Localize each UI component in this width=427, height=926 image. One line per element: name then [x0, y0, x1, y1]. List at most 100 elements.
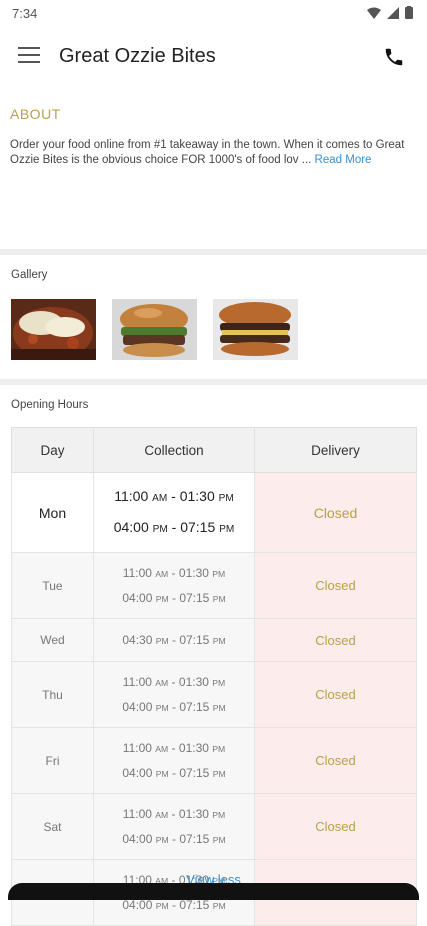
table-row: Thu 11:00 AM - 01:30 PM 04:00 PM - 07:15 P… — [11, 661, 417, 728]
time-separator: - — [168, 699, 180, 714]
time-slot: 04:30 PM - 07:15 PM — [95, 628, 253, 653]
time-value: 11:00 — [122, 565, 152, 580]
time-period: AM — [155, 677, 169, 688]
time-value: 11:00 — [114, 487, 149, 504]
time-slot: 04:00 PM - 07:15 PM — [95, 513, 253, 544]
time-period: PM — [212, 834, 226, 845]
time-period: PM — [212, 768, 226, 779]
time-period: PM — [155, 834, 169, 845]
delivery-cell: Closed — [254, 552, 417, 619]
time-separator: - — [167, 487, 180, 504]
time-value: 07:15 — [179, 632, 210, 647]
column-header-delivery: Delivery — [254, 427, 417, 473]
time-separator: - — [168, 674, 179, 689]
day-cell: Mon — [11, 472, 94, 553]
app-bar: Great Ozzie Bites — [0, 28, 427, 86]
time-period: PM — [218, 492, 234, 504]
time-period: AM — [155, 809, 169, 820]
battery-icon — [405, 6, 413, 19]
time-value: 01:30 — [179, 487, 215, 504]
status-time: 7:34 — [12, 6, 38, 21]
gallery-image-burger[interactable] — [112, 299, 197, 360]
time-slot: 11:00 AM - 01:30 PM — [95, 802, 253, 827]
column-header-day: Day — [11, 427, 94, 473]
time-separator: - — [168, 806, 179, 821]
wifi-icon — [367, 7, 381, 19]
time-value: 07:15 — [179, 590, 210, 605]
collection-cell: 11:00 AM - 01:30 PM 04:00 PM - 07:15 PM — [93, 727, 255, 794]
table-row: Tue 11:00 AM - 01:30 PM 04:00 PM - 07:15 P… — [11, 552, 417, 619]
time-slot: 11:00 AM - 01:30 PM — [95, 561, 253, 586]
signal-icon — [387, 6, 399, 19]
time-slot: 11:00 AM - 01:30 PM — [95, 482, 253, 513]
time-value: 11:00 — [122, 740, 152, 755]
time-value: 04:00 — [122, 590, 153, 605]
gallery-image-double-burger[interactable] — [213, 299, 298, 360]
day-cell: Fri — [11, 727, 94, 794]
status-bar: 7:34 — [0, 0, 427, 28]
delivery-cell: Closed — [254, 472, 417, 553]
opening-hours-label: Opening Hours — [11, 399, 89, 411]
time-value: 11:00 — [122, 674, 152, 689]
delivery-cell: Closed — [254, 727, 417, 794]
phone-icon[interactable] — [383, 46, 405, 68]
time-period: AM — [152, 492, 168, 504]
read-more-link[interactable]: Read More — [315, 154, 372, 166]
collection-cell: 04:30 PM - 07:15 PM — [93, 618, 255, 662]
time-value: 01:30 — [178, 740, 209, 755]
day-cell: Sat — [11, 793, 94, 860]
time-period: AM — [155, 743, 169, 754]
day-cell: Tue — [11, 552, 94, 619]
gallery-image-loaded-fries[interactable] — [11, 299, 96, 360]
about-text: Order your food online from #1 takeaway … — [10, 138, 417, 168]
time-value: 01:30 — [178, 674, 209, 689]
system-navigation-bar — [8, 883, 419, 900]
day-cell: Thu — [11, 661, 94, 728]
collection-cell: 11:00 AM - 01:30 PM 04:00 PM - 07:15 PM — [93, 552, 255, 619]
time-separator: - — [168, 740, 179, 755]
time-separator: - — [168, 831, 180, 846]
time-value: 07:15 — [179, 831, 210, 846]
collection-cell: 11:00 AM - 01:30 PM 04:00 PM - 07:15 PM — [93, 472, 255, 553]
time-value: 07:15 — [179, 699, 210, 714]
delivery-cell: Closed — [254, 793, 417, 860]
collection-cell: 11:00 AM - 01:30 PM 04:00 PM - 07:15 PM — [93, 793, 255, 860]
delivery-cell: Closed — [254, 661, 417, 728]
delivery-cell: Closed — [254, 618, 417, 662]
time-period: PM — [219, 523, 235, 535]
gallery-section: Gallery — [0, 255, 427, 379]
time-value: 11:00 — [122, 806, 152, 821]
hamburger-menu-icon[interactable] — [18, 47, 40, 65]
collection-cell: 11:00 AM - 01:30 PM 04:00 PM - 07:15 PM — [93, 661, 255, 728]
time-value: 04:00 — [122, 699, 153, 714]
time-separator: - — [168, 590, 180, 605]
table-row: Mon 11:00 AM - 01:30 PM 04:00 PM - 07:15 P… — [11, 472, 417, 553]
table-header-row: Day Collection Delivery — [11, 427, 417, 473]
time-period: PM — [212, 635, 226, 646]
gallery-row — [11, 299, 416, 360]
time-period: PM — [212, 900, 226, 911]
time-value: 04:00 — [122, 831, 153, 846]
time-period: PM — [152, 523, 168, 535]
status-icons — [367, 6, 413, 19]
time-value: 04:00 — [122, 765, 153, 780]
time-slot: 11:00 AM - 01:30 PM — [95, 736, 253, 761]
column-header-collection: Collection — [93, 427, 255, 473]
time-period: PM — [212, 677, 226, 688]
time-value: 04:30 — [122, 632, 153, 647]
time-period: PM — [212, 593, 226, 604]
time-period: PM — [155, 702, 169, 713]
time-value: 07:15 — [180, 518, 216, 535]
time-period: PM — [155, 593, 169, 604]
opening-hours-table: Day Collection Delivery Mon 11:00 AM - 01… — [11, 427, 417, 926]
table-row: Wed 04:30 PM - 07:15 PM Closed — [11, 618, 417, 662]
time-slot: 04:00 PM - 07:15 PM — [95, 695, 253, 720]
time-value: 04:00 — [113, 518, 149, 535]
opening-hours-section: Opening Hours Day Collection Delivery Mo… — [0, 385, 427, 926]
day-cell: Wed — [11, 618, 94, 662]
time-value: 07:15 — [179, 765, 210, 780]
time-period: PM — [155, 635, 169, 646]
page-title: Great Ozzie Bites — [59, 45, 216, 67]
time-period: PM — [212, 568, 226, 579]
time-period: PM — [212, 743, 226, 754]
